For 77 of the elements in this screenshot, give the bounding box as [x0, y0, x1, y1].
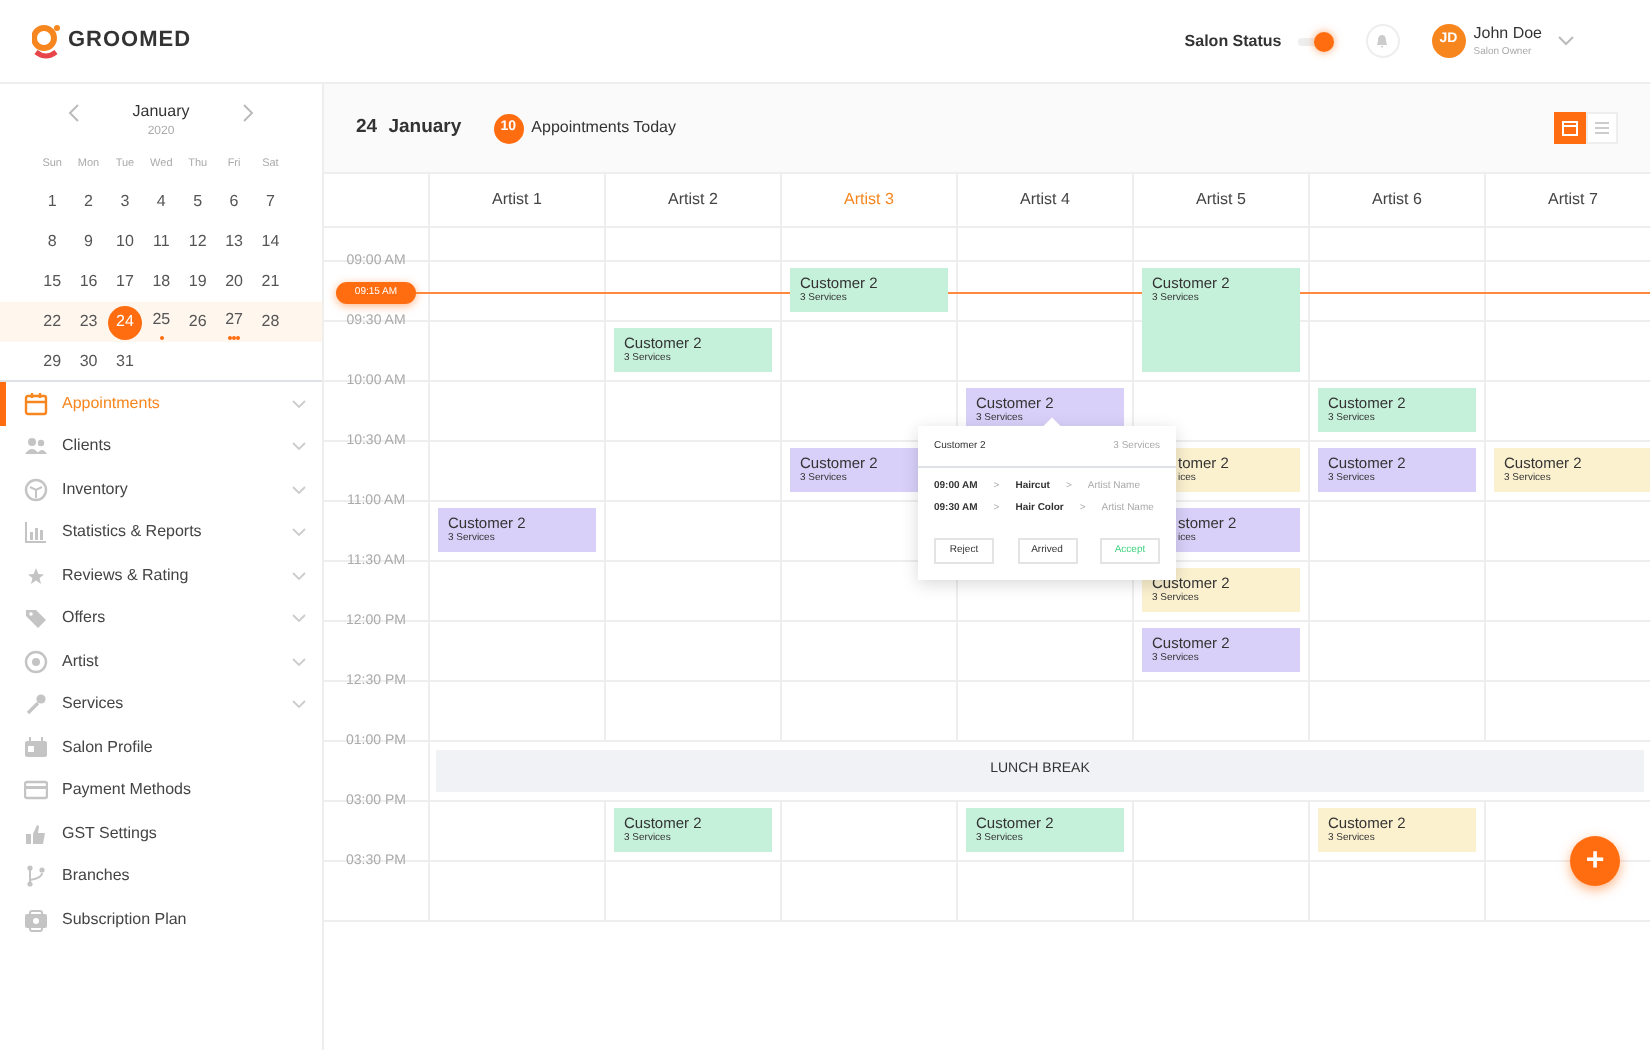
- sidebar-menu-item[interactable]: Salon Profile: [0, 726, 322, 769]
- calendar-day[interactable]: 31: [109, 347, 140, 377]
- salon-status-label: Salon Status: [1184, 29, 1282, 53]
- artist-column-header[interactable]: Artist 2: [668, 188, 718, 212]
- calendar-day[interactable]: 4: [146, 187, 177, 217]
- calendar-day[interactable]: 26: [182, 307, 213, 337]
- logo-icon: [32, 23, 60, 59]
- person-circle-icon: [24, 649, 48, 674]
- sidebar-menu-item[interactable]: Offers: [0, 597, 322, 640]
- tag-icon: [24, 606, 48, 631]
- calendar-day[interactable]: 11: [146, 227, 177, 257]
- calendar-day[interactable]: 27: [219, 305, 250, 335]
- star-icon: [24, 563, 48, 588]
- date-title: 24 January: [356, 113, 462, 142]
- calendar-day[interactable]: 23: [73, 307, 104, 337]
- calendar-day[interactable]: 29: [37, 347, 68, 377]
- sidebar-menu-item[interactable]: Payment Methods: [0, 769, 322, 812]
- artist-column-header[interactable]: Artist 7: [1548, 188, 1598, 212]
- calendar-day[interactable]: 13: [219, 227, 250, 257]
- wrench-icon: [24, 692, 48, 717]
- subscription-icon: [24, 907, 48, 932]
- calendar-day[interactable]: 15: [37, 267, 68, 297]
- sidebar-menu-item[interactable]: Reviews & Rating: [0, 554, 322, 597]
- calendar-day[interactable]: 5: [182, 187, 213, 217]
- calendar-day[interactable]: 3: [109, 187, 140, 217]
- artist-column-header[interactable]: Artist 1: [492, 188, 542, 212]
- chevron-down-icon[interactable]: [1558, 36, 1574, 46]
- calendar-day[interactable]: 30: [73, 347, 104, 377]
- calendar-icon: [1562, 120, 1578, 136]
- sidebar-menu-item[interactable]: Inventory: [0, 468, 322, 511]
- calendar-day[interactable]: 10: [109, 227, 140, 257]
- calendar-day[interactable]: 28: [255, 307, 286, 337]
- calendar-day[interactable]: 1: [37, 187, 68, 217]
- calendar-day[interactable]: 21: [255, 267, 286, 297]
- calendar-day[interactable]: 2: [73, 187, 104, 217]
- calendar-day[interactable]: 7: [255, 187, 286, 217]
- calendar-day[interactable]: 17: [109, 267, 140, 297]
- brand-name: GROOMED: [68, 26, 192, 57]
- view-toggle-button[interactable]: [1554, 112, 1586, 144]
- sidebar-menu-item[interactable]: Statistics & Reports: [0, 511, 322, 554]
- box-icon: [24, 477, 48, 502]
- list-icon: [1594, 120, 1610, 136]
- bell-icon: [1376, 34, 1389, 48]
- calendar-day[interactable]: 20: [219, 267, 250, 297]
- calendar-day[interactable]: 8: [37, 227, 68, 257]
- people-icon: [24, 434, 48, 459]
- sidebar-menu-item[interactable]: Services: [0, 683, 322, 726]
- sidebar-menu-item[interactable]: Clients: [0, 425, 322, 468]
- calendar-day[interactable]: 6: [219, 187, 250, 217]
- calendar-day[interactable]: 12: [182, 227, 213, 257]
- chevron-right-icon[interactable]: [242, 103, 254, 121]
- month-title: January: [132, 100, 190, 124]
- artist-column-header[interactable]: Artist 4: [1020, 188, 1070, 212]
- sidebar-menu-item[interactable]: Branches: [0, 855, 322, 898]
- calendar-day[interactable]: 19: [182, 267, 213, 297]
- sidebar-menu-item[interactable]: Subscription Plan: [0, 898, 322, 941]
- artist-column-header[interactable]: Artist 6: [1372, 188, 1422, 212]
- chevron-left-icon[interactable]: [68, 103, 80, 121]
- bar-chart-icon: [24, 520, 48, 545]
- branch-icon: [24, 864, 48, 889]
- notification-button[interactable]: [1365, 24, 1400, 58]
- thumbs-up-icon: [24, 821, 48, 846]
- credit-card-icon: [24, 778, 48, 803]
- salon-status-toggle[interactable]: [1297, 31, 1334, 51]
- calendar-day[interactable]: 9: [73, 227, 104, 257]
- calendar-day[interactable]: 14: [255, 227, 286, 257]
- sidebar-menu-item[interactable]: GST Settings: [0, 812, 322, 855]
- calendar-icon: [24, 391, 48, 416]
- artist-column-header[interactable]: Artist 5: [1196, 188, 1246, 212]
- calendar-day[interactable]: 22: [37, 307, 68, 337]
- calendar-day[interactable]: 18: [146, 267, 177, 297]
- id-card-icon: [24, 735, 48, 760]
- appointments-today-label: Appointments Today: [531, 116, 676, 140]
- user-name: John Doe: [1473, 21, 1542, 46]
- calendar-day[interactable]: 16: [73, 267, 104, 297]
- calendar-day[interactable]: 25: [146, 305, 177, 335]
- sidebar-menu-item[interactable]: Artist: [0, 640, 322, 683]
